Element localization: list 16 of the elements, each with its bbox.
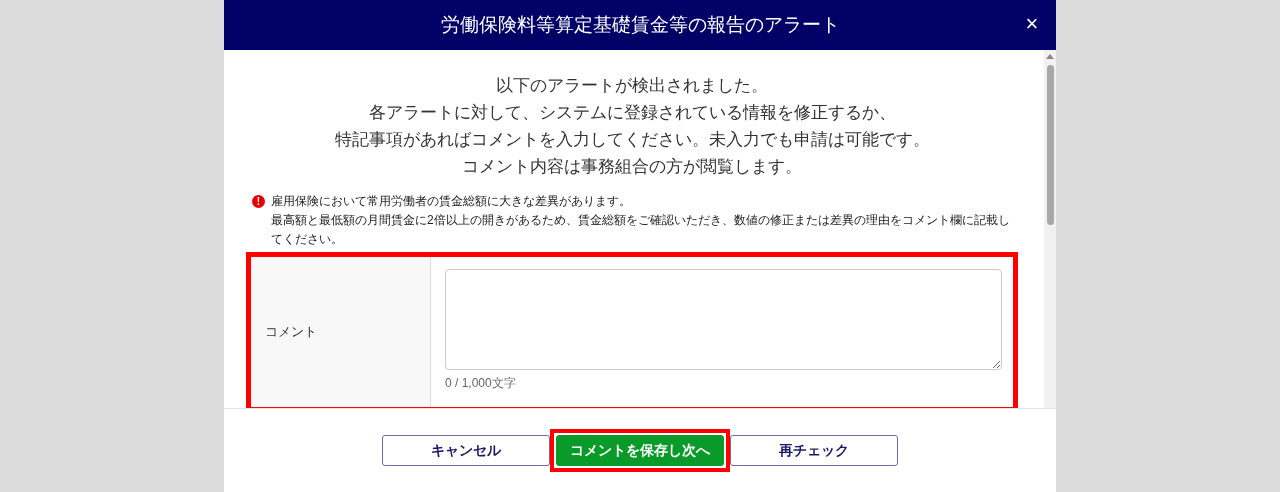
intro-text: 各アラートに対して、システムに登録されている情報を修正するか、 [368,102,896,123]
alert-message: 雇用保険において常用労働者の賃金総額に大きな差異があります。 [271,193,632,210]
comment-field[interactable] [445,269,1002,370]
dialog-button[interactable]: キャンセル [382,435,550,466]
dialog-title: 労働保険料等算定基礎賃金等の報告のアラート [440,12,840,37]
intro-text: コメント内容は事務組合の方が閲覧します。 [462,156,802,177]
comment-label: コメント [265,323,317,342]
alert-detail: 最高額と最低額の月間賃金に2倍以上の開きがあるため、賃金総額をご確認いただき、数値の修正または差異の理由をコメント欄に記載してください。 [271,212,1011,248]
intro-text: 特記事項があればコメントを入力してください。未入力でも申請は可能です。 [334,129,930,150]
character-counter: 0 / 1,000文字 [445,375,517,392]
scroll-up-icon [1046,54,1054,59]
intro-text: 以下のアラートが検出されました。 [496,75,768,96]
close-button[interactable]: × [1022,12,1042,36]
alert-icon: ! [252,195,265,208]
dialog-button[interactable]: コメントを保存し次へ [556,435,724,466]
dialog-button[interactable]: 再チェック [730,435,898,466]
